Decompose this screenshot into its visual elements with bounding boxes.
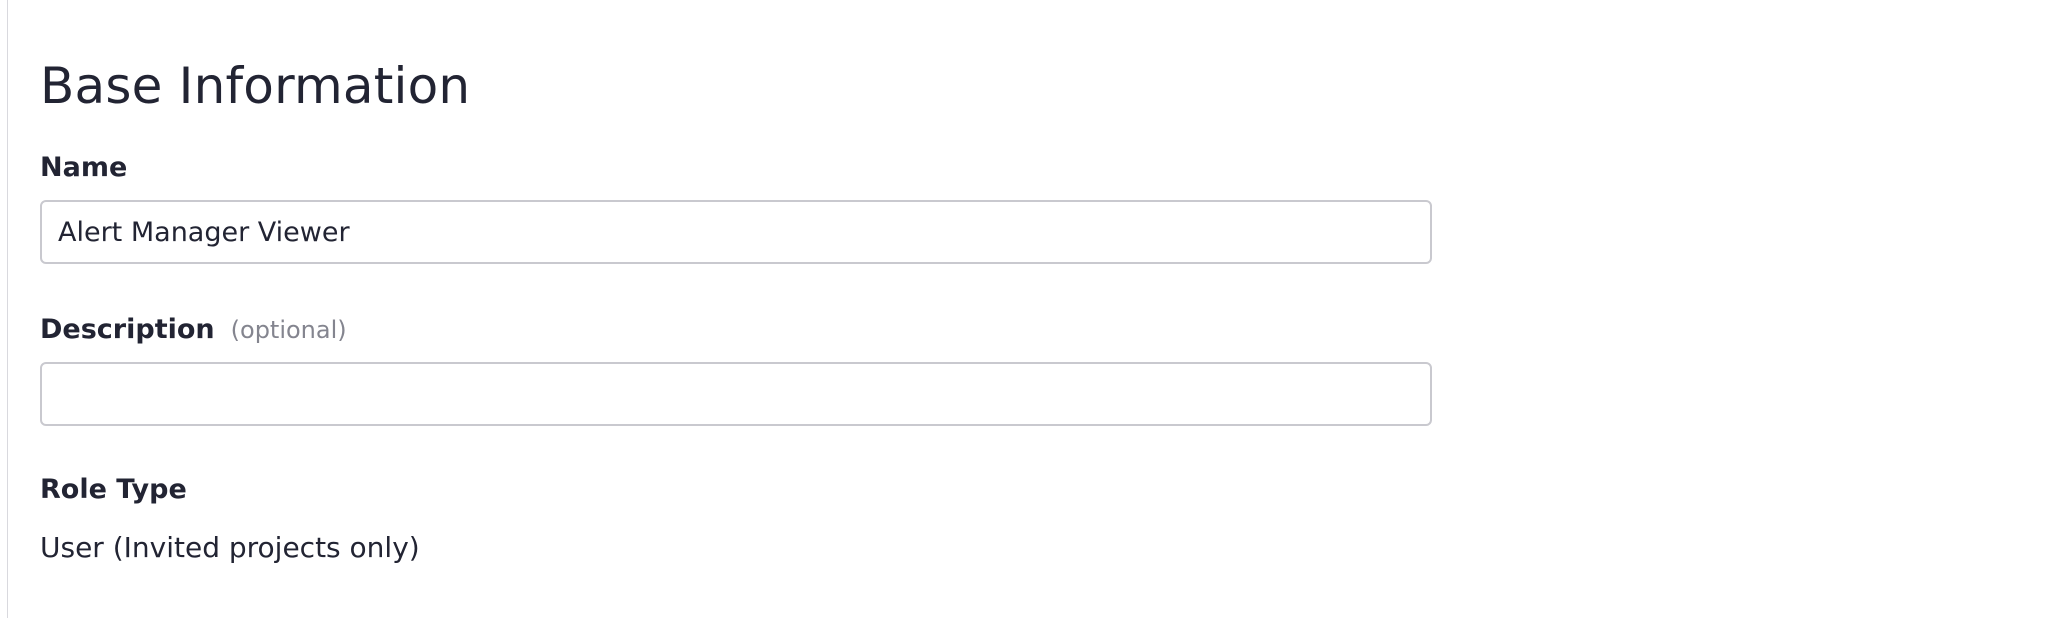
name-label: Name <box>40 152 128 183</box>
name-label-row: Name <box>40 148 1440 188</box>
base-information-form: Base Information Name Description (optio… <box>40 52 1440 568</box>
description-label: Description <box>40 314 215 345</box>
left-panel-divider <box>0 0 8 618</box>
page: Base Information Name Description (optio… <box>0 0 2048 618</box>
description-input[interactable] <box>40 362 1432 426</box>
name-input[interactable] <box>40 200 1432 264</box>
description-label-row: Description (optional) <box>40 310 1440 350</box>
role-type-label: Role Type <box>40 474 187 505</box>
role-type-label-row: Role Type <box>40 470 1440 510</box>
section-title: Base Information <box>40 57 471 115</box>
description-optional-hint: (optional) <box>230 316 347 344</box>
role-type-value: User (Invited projects only) <box>40 531 420 564</box>
